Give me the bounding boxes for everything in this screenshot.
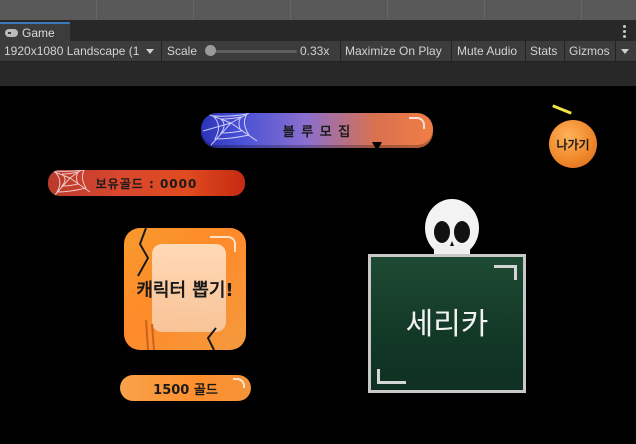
gizmos-toggle[interactable]: Gizmos	[569, 41, 610, 61]
toolbar-spacer	[0, 62, 636, 86]
cost-label: 1500 골드	[120, 375, 251, 401]
draw-button-label: 캐릭터 뽑기!	[136, 280, 234, 301]
gold-display: 보유골드 : 0000	[48, 170, 245, 196]
crack-decoration	[372, 142, 382, 151]
scene-background	[0, 0, 636, 20]
board-corner-top	[494, 265, 517, 280]
toolbar-divider	[615, 41, 616, 61]
tab-bar	[0, 20, 636, 41]
gizmos-dropdown[interactable]	[621, 41, 629, 61]
toolbar-divider	[161, 41, 162, 61]
exit-button-label: 나가기	[556, 137, 590, 152]
gamepad-icon	[5, 28, 18, 37]
tab-game[interactable]: Game	[0, 22, 70, 41]
toolbar-divider	[525, 41, 526, 61]
mute-audio-toggle[interactable]: Mute Audio	[457, 41, 517, 61]
scale-slider-thumb[interactable]	[205, 45, 216, 56]
maximize-on-play-toggle[interactable]: Maximize On Play	[345, 41, 442, 61]
chevron-down-icon	[145, 49, 154, 55]
game-toolbar: 1920x1080 Landscape (1 Scale 0.33x Maxim…	[0, 41, 636, 62]
cost-label-text: 1500 골드	[153, 382, 218, 398]
tab-game-label: Game	[22, 25, 55, 40]
gold-display-label: 보유골드 : 0000	[95, 176, 198, 191]
exit-button[interactable]: 나가기	[549, 120, 597, 168]
board-corner-bottom	[377, 369, 406, 384]
recruit-button-label: 블 루 모 집	[282, 125, 352, 140]
resolution-label: 1920x1080 Landscape (1	[4, 44, 140, 58]
broom-decoration	[552, 104, 572, 115]
toolbar-divider	[564, 41, 565, 61]
resolution-dropdown[interactable]: 1920x1080 Landscape (1	[4, 41, 154, 61]
board-name: 세리카	[405, 307, 489, 342]
scale-label: Scale	[167, 44, 198, 58]
recruit-button[interactable]: 블 루 모 집	[201, 113, 433, 148]
toolbar-divider	[340, 41, 341, 61]
scale-value: 0.33x	[300, 44, 330, 58]
more-options-icon[interactable]	[623, 25, 626, 38]
draw-button[interactable]: 캐릭터 뽑기!	[124, 228, 246, 350]
scale-slider-track[interactable]	[209, 50, 297, 53]
chevron-down-icon	[621, 49, 629, 55]
toolbar-divider	[451, 41, 452, 61]
stats-toggle[interactable]: Stats	[530, 41, 557, 61]
game-view: 블 루 모 집 보유골드 : 0000 나가기 캐릭터 뽑기! 1500 골드 …	[0, 86, 636, 444]
character-board: 세리카	[368, 254, 526, 393]
